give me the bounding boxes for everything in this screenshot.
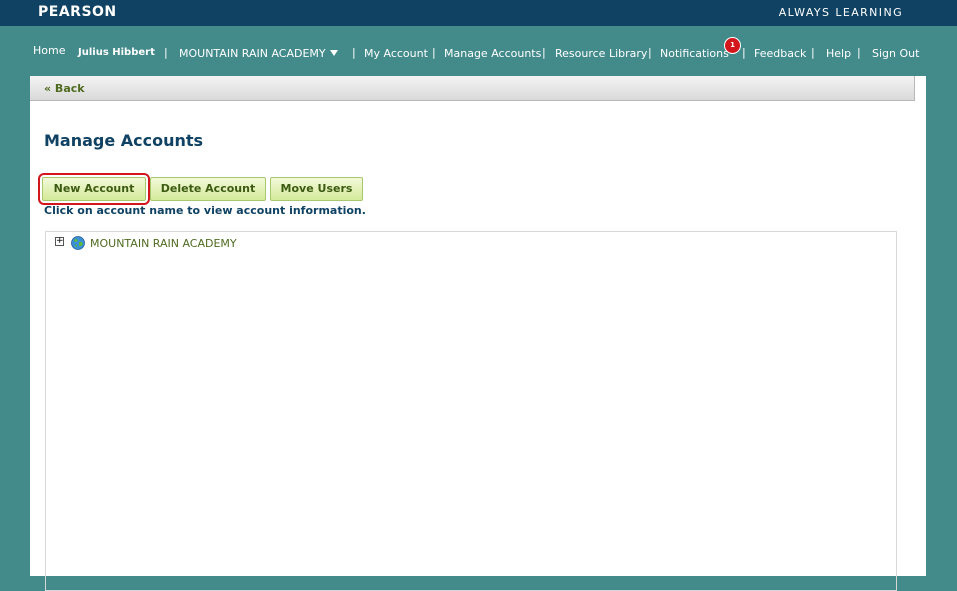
nav-manage-accounts-link[interactable]: Manage Accounts bbox=[444, 47, 541, 60]
nav-sign-out-link[interactable]: Sign Out bbox=[872, 47, 919, 60]
nav-notifications-link[interactable]: Notifications bbox=[660, 47, 729, 60]
nav-separator: | bbox=[811, 46, 815, 59]
top-header: PEARSON ALWAYS LEARNING bbox=[0, 0, 957, 26]
nav-separator: | bbox=[432, 46, 436, 59]
expand-icon[interactable]: + bbox=[55, 237, 64, 246]
nav-home-link[interactable]: Home bbox=[33, 44, 65, 57]
nav-separator: | bbox=[648, 46, 652, 59]
tree-node-label[interactable]: MOUNTAIN RAIN ACADEMY bbox=[90, 237, 237, 250]
nav-resource-library-link[interactable]: Resource Library bbox=[555, 47, 647, 60]
nav-help-link[interactable]: Help bbox=[826, 47, 851, 60]
notification-count-badge[interactable]: 1 bbox=[724, 37, 741, 54]
move-users-button[interactable]: Move Users bbox=[270, 177, 363, 201]
nav-separator: | bbox=[164, 46, 168, 59]
globe-icon bbox=[71, 236, 85, 250]
page-title: Manage Accounts bbox=[44, 131, 204, 150]
back-link[interactable]: « Back bbox=[44, 82, 85, 95]
current-user-name: Julius Hibbert bbox=[78, 47, 155, 58]
nav-separator: | bbox=[857, 46, 861, 59]
content-panel: « Back Manage Accounts New Account Delet… bbox=[30, 76, 926, 591]
caret-down-icon bbox=[329, 50, 338, 56]
org-selector-dropdown[interactable]: MOUNTAIN RAIN ACADEMY bbox=[179, 47, 338, 60]
nav-separator: | bbox=[542, 46, 546, 59]
nav-separator: | bbox=[742, 46, 746, 59]
nav-feedback-link[interactable]: Feedback bbox=[754, 47, 806, 60]
account-tree: + MOUNTAIN RAIN ACADEMY bbox=[45, 231, 897, 591]
nav-separator: | bbox=[352, 46, 356, 59]
back-bar: « Back bbox=[30, 76, 915, 101]
main-nav: Home Julius Hibbert | MOUNTAIN RAIN ACAD… bbox=[0, 26, 957, 76]
new-account-button[interactable]: New Account bbox=[38, 173, 150, 205]
tagline: ALWAYS LEARNING bbox=[778, 6, 903, 19]
brand-logo: PEARSON bbox=[38, 4, 117, 20]
nav-my-account-link[interactable]: My Account bbox=[364, 47, 428, 60]
delete-account-button[interactable]: Delete Account bbox=[150, 177, 266, 201]
instruction-text: Click on account name to view account in… bbox=[44, 204, 366, 217]
org-selector-label: MOUNTAIN RAIN ACADEMY bbox=[179, 47, 326, 60]
